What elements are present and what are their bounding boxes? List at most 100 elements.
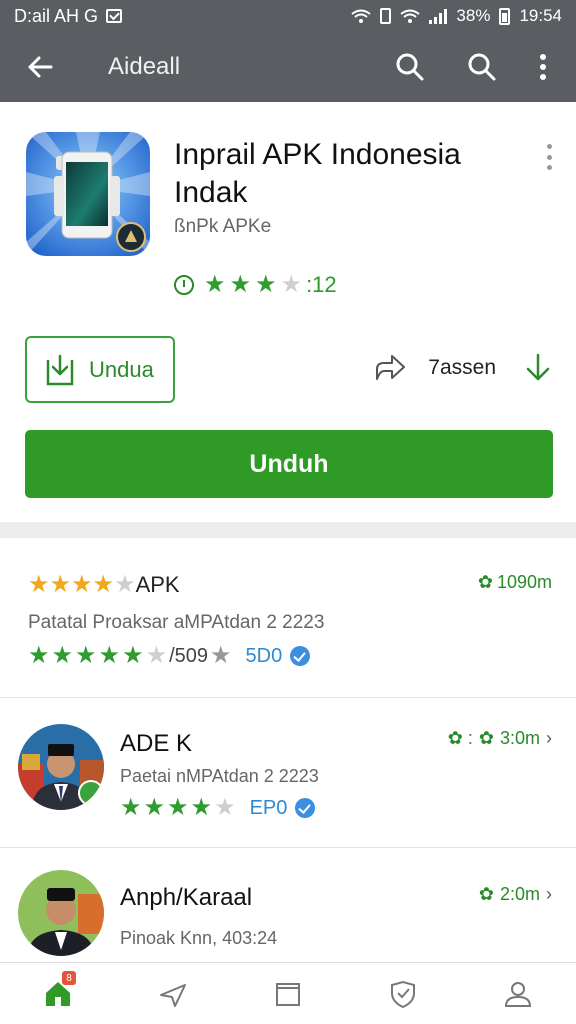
item-size: ✿ : ✿ 3:0m › [448, 728, 552, 749]
search-icon [468, 53, 496, 81]
back-button[interactable] [0, 32, 80, 102]
star-icon: ★ [28, 642, 50, 669]
nav-library[interactable] [230, 963, 345, 1024]
more-vert-icon [540, 54, 546, 80]
rating-count: :12 [306, 272, 337, 297]
star-icon: ★ [204, 271, 226, 298]
section-divider [0, 522, 576, 538]
star-empty-icon: ★ [214, 794, 236, 821]
home-badge: 8 [62, 971, 76, 985]
verified-badge-icon [290, 646, 311, 666]
star-icon: ✿ [478, 884, 494, 904]
more-options-button[interactable] [518, 32, 568, 102]
more-dot [546, 154, 552, 160]
share-count: 7assen [428, 356, 496, 379]
app-rating: ★ ★ ★ ★ :12 [174, 272, 337, 298]
search-button[interactable] [374, 32, 446, 102]
item-title: Anph/Karaal [120, 884, 253, 911]
star-icon: ★ [143, 794, 166, 821]
star-empty-icon: ★ [145, 642, 168, 669]
item-rating-count: /509 [169, 644, 209, 667]
download-button[interactable]: Unduh [25, 430, 553, 498]
download-outline-button[interactable]: Undua [25, 336, 175, 403]
search-button-secondary[interactable] [446, 32, 518, 102]
star-icon: ★ [255, 271, 277, 298]
item-title: APK [135, 572, 180, 597]
vibrate-icon [380, 8, 392, 24]
app-developer[interactable]: ßnPk APKe [174, 216, 271, 238]
item-size-label: 3:0m [499, 728, 540, 748]
item-size: ✿ 2:0m › [479, 884, 552, 905]
more-dot [546, 165, 552, 170]
star-empty-icon: ★ [114, 571, 136, 598]
badge-icon [78, 780, 104, 806]
star-icon: ★ [122, 642, 144, 669]
carrier-label: D:ail AH G [14, 5, 99, 26]
star-icon: ★ [92, 571, 115, 598]
download-outline-label: Undua [89, 356, 154, 382]
wifi-icon-secondary [400, 9, 421, 23]
avatar [18, 724, 104, 810]
star-icon: ★ [28, 571, 50, 598]
star-icon: ★ [71, 571, 93, 598]
star-icon: ★ [75, 642, 97, 669]
item-rating: ★ ★ ★ ★ ★ EP0 [120, 794, 316, 821]
star-icon: ★ [229, 271, 252, 298]
star-icon: ★ [120, 794, 142, 821]
battery-icon [499, 7, 511, 25]
app-icon[interactable] [26, 132, 150, 256]
nav-home[interactable]: 8 [0, 963, 115, 1024]
signal-icon [429, 8, 448, 24]
list-item[interactable]: ★ ★ ★ ★ ★ APK ✿ 1090m Patatal Proaksar a… [0, 538, 576, 698]
download-icon[interactable] [524, 352, 552, 384]
item-description: Patatal Proaksar aMPAtdan 2 2223 [28, 612, 325, 633]
share-icon[interactable] [374, 353, 406, 383]
item-title: ADE K [120, 730, 193, 757]
star-icon: ★ [210, 642, 232, 669]
wifi-icon [351, 9, 372, 23]
battery-percent: 38% [456, 6, 491, 25]
app-detail-card: Inprail APK Indonesia Indak ßnPk APKe ★ … [0, 102, 576, 522]
share-row: 7assen [374, 352, 552, 384]
bottom-navigation: 8 [0, 962, 576, 1024]
star-icon: ★ [49, 571, 72, 598]
download-button-label: Unduh [249, 449, 329, 478]
item-title-row: ★ ★ ★ ★ ★ APK [28, 572, 180, 598]
nav-apps[interactable] [115, 963, 230, 1024]
star-icon: ★ [190, 794, 213, 821]
nav-profile[interactable] [461, 963, 576, 1024]
verified-badge-icon [295, 798, 316, 818]
item-rating: ★ ★ ★ ★ ★ ★ /509 ★ 5D0 [28, 642, 311, 669]
item-size-label: 1090m [496, 572, 552, 592]
app-title: Inprail APK Indonesia Indak [174, 138, 461, 209]
star-icon: ★ [98, 642, 121, 669]
clock-time: 19:54 [519, 6, 562, 25]
apps-icon [159, 983, 186, 1007]
page-title: Aideall [108, 53, 181, 80]
nav-shield[interactable] [346, 963, 461, 1024]
gear-icon: ✿ : [447, 728, 473, 748]
list-item[interactable]: ADE K Paetai nMPAtdan 2 2223 ★ ★ ★ ★ ★ E… [0, 698, 576, 848]
item-size: ✿ 1090m [478, 572, 552, 593]
list-item[interactable]: Anph/Karaal Pinoak Knn, 403:24 ✿ 2:0m › [0, 848, 576, 960]
gear-icon: ✿ [477, 572, 493, 592]
related-apps-list: ★ ★ ★ ★ ★ APK ✿ 1090m Patatal Proaksar a… [0, 538, 576, 960]
clock-icon [174, 275, 194, 295]
card-more-button[interactable] [544, 144, 554, 170]
library-icon [276, 982, 300, 1006]
avatar [18, 870, 104, 956]
star-empty-icon: ★ [280, 271, 303, 298]
more-dot [546, 144, 552, 149]
star-icon: ★ [51, 642, 74, 669]
shield-icon [391, 980, 416, 1008]
avatar-image [18, 870, 104, 956]
app-bar: Aideall [0, 32, 576, 102]
chevron-right-icon: › [546, 884, 552, 904]
status-bar: D:ail AH G 38% 19:54 [0, 0, 576, 32]
item-description: Paetai nMPAtdan 2 2223 [120, 766, 319, 786]
search-icon [396, 53, 424, 81]
chevron-right-icon: › [546, 728, 552, 748]
arrow-left-icon [28, 56, 53, 78]
star-icon: ✿ [478, 728, 494, 748]
notification-icon [106, 9, 123, 23]
